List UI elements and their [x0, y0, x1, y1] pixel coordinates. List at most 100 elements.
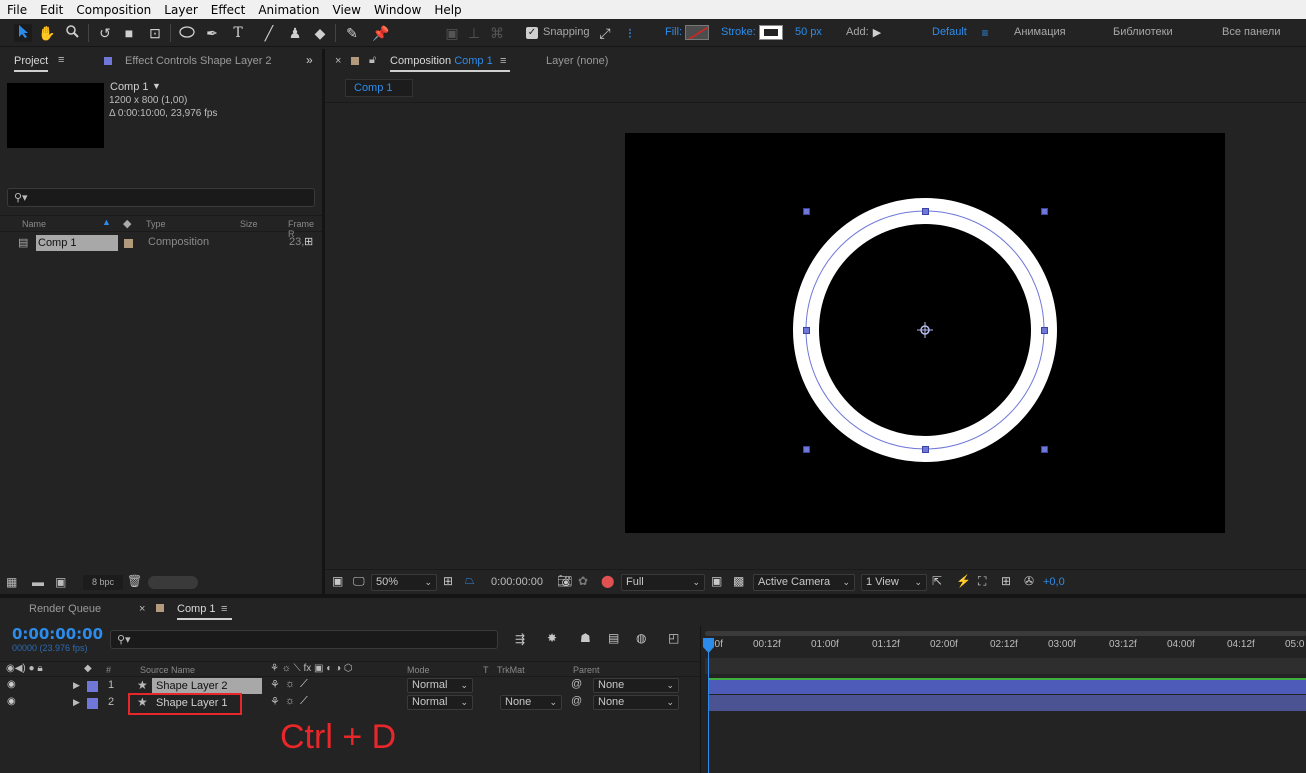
tab-layer[interactable]: Layer (none) [546, 55, 608, 67]
tab-project[interactable]: Project [14, 55, 49, 72]
menu-window[interactable]: Window [374, 3, 421, 17]
timeline-panel-menu-icon[interactable]: ≡ [221, 603, 227, 615]
layer-name[interactable]: Shape Layer 2 [152, 678, 262, 694]
eye-visibility-icon[interactable]: ◉ [7, 679, 16, 690]
safe-margins-icon[interactable]: ⊞ [443, 574, 453, 588]
shy-icon[interactable]: ⚘ [270, 695, 280, 708]
sort-ascending-icon[interactable]: ▲ [102, 217, 111, 227]
transparency-grid-icon[interactable]: ▩ [733, 574, 744, 588]
av-features-icons[interactable]: ◉◀) ● 🔒︎ [6, 663, 43, 674]
close-timeline-tab-icon[interactable]: × [139, 603, 145, 615]
project-scroll-slider[interactable] [148, 576, 198, 589]
flowchart-icon[interactable]: ⊞ [304, 235, 313, 248]
tab-composition[interactable]: Composition Comp 1 [390, 55, 510, 72]
path-vertex-top[interactable] [922, 208, 929, 215]
playhead-handle-icon[interactable] [702, 638, 715, 654]
layer-row[interactable]: ◉ ▶ 1 ★ Shape Layer 2 ⚘ ☼ ⟋ Normal ⌄ @ No… [0, 678, 700, 694]
quality-icon[interactable]: ⟋ [300, 678, 308, 691]
pick-whip-icon[interactable]: @ [571, 678, 582, 690]
shy-icon[interactable]: ⚘ [270, 678, 280, 691]
parent-dropdown[interactable]: None ⌄ [593, 695, 679, 710]
layer-row[interactable]: ◉ ▶ 2 ★ Shape Layer 1 ⚘ ☼ ⟋ Normal ⌄ None… [0, 695, 700, 711]
workspace-animation[interactable]: Анимация [1014, 26, 1066, 38]
menu-edit[interactable]: Edit [40, 3, 63, 17]
brush-tool-icon[interactable]: ╱ [260, 24, 278, 42]
col-name[interactable]: Name [22, 219, 46, 229]
ellipse-tool-icon[interactable] [178, 24, 196, 42]
project-search-input[interactable]: ⚲▾ [7, 188, 315, 207]
menu-file[interactable]: File [7, 3, 27, 17]
rotate-tool-icon[interactable]: ↺ [96, 24, 114, 42]
expand-layer-icon[interactable]: ▶ [73, 697, 80, 708]
tab-effect-controls[interactable]: Effect Controls Shape Layer 2 [125, 55, 272, 67]
path-vertex-right[interactable] [1041, 327, 1048, 334]
col-parent[interactable]: Parent [573, 665, 600, 675]
quality-icon[interactable]: ⟋ [300, 695, 308, 708]
col-number[interactable]: # [106, 665, 111, 675]
view-axis-icon[interactable]: ⌘ [488, 24, 506, 42]
bit-depth-button[interactable]: 8 bpc [83, 575, 123, 590]
eraser-tool-icon[interactable]: ◆ [311, 24, 329, 42]
layer-1-duration-bar[interactable] [708, 678, 1306, 694]
exposure-value[interactable]: +0,0 [1043, 576, 1065, 588]
selection-tool-icon[interactable] [14, 24, 32, 42]
reset-exposure-icon[interactable]: ✇ [1024, 574, 1034, 588]
close-comp-tab-icon[interactable]: × [335, 55, 341, 67]
views-dropdown[interactable]: 1 View ⌄ [861, 574, 927, 591]
bbox-handle-br[interactable] [1041, 446, 1048, 453]
label-tag-icon[interactable]: ◆ [123, 217, 131, 230]
snapshot-icon[interactable]: 📷︎ [557, 574, 572, 588]
bbox-handle-bl[interactable] [803, 446, 810, 453]
fast-previews-icon[interactable]: ⚡ [956, 574, 971, 588]
pen-tool-icon[interactable]: ✒ [203, 24, 221, 42]
current-time-display[interactable]: 0:00:00:00 [12, 625, 103, 643]
camera-dropdown[interactable]: Active Camera ⌄ [753, 574, 855, 591]
comp-name[interactable]: Comp 1 [110, 81, 149, 93]
workspace-libraries[interactable]: Библиотеки [1113, 26, 1173, 38]
local-axis-icon[interactable]: ▣ [443, 24, 461, 42]
pan-behind-tool-icon[interactable]: ⊡ [146, 24, 164, 42]
item-label-color[interactable] [124, 239, 133, 248]
stroke-swatch[interactable] [759, 25, 783, 40]
project-item-row[interactable]: ▤ Comp 1 Composition 23, ⊞ [0, 235, 322, 251]
fill-swatch[interactable] [685, 25, 709, 40]
playhead-line[interactable] [708, 638, 709, 773]
clone-stamp-tool-icon[interactable]: ♟ [286, 24, 304, 42]
track-matte-dropdown[interactable]: None ⌄ [500, 695, 562, 710]
panel-overflow-icon[interactable]: » [306, 53, 313, 67]
collapse-icon[interactable]: ☼ [285, 678, 295, 690]
hide-shy-layers-icon[interactable]: ☗ [580, 631, 591, 645]
workspace-all-panels[interactable]: Все панели [1222, 26, 1280, 38]
stroke-width-value[interactable]: 50 px [795, 26, 822, 38]
project-panel-menu-icon[interactable]: ≡ [58, 54, 64, 66]
interpret-footage-icon[interactable]: ▦ [6, 575, 17, 589]
layer-label-color[interactable] [87, 698, 98, 709]
show-snapshot-icon[interactable]: ✿ [578, 574, 588, 588]
snapping-checkbox[interactable]: ✓ [526, 27, 538, 39]
col-mode[interactable]: Mode [407, 665, 430, 675]
motion-blur-icon[interactable]: ◍ [636, 631, 646, 645]
add-menu-icon[interactable]: ▶ [868, 24, 886, 42]
mask-visibility-icon[interactable]: ⏢ [465, 573, 475, 588]
zoom-tool-icon[interactable] [63, 24, 81, 42]
snap-grid-icon[interactable]: ⁝ [621, 24, 639, 42]
type-tool-icon[interactable]: T [229, 24, 247, 42]
col-type[interactable]: Type [146, 219, 166, 229]
col-source-name[interactable]: Source Name [140, 665, 195, 675]
timeline-search-input[interactable]: ⚲▾ [110, 630, 498, 649]
resolution-dropdown[interactable]: Full ⌄ [621, 574, 705, 591]
col-size[interactable]: Size [240, 219, 258, 229]
menu-view[interactable]: View [333, 3, 361, 17]
project-item-name[interactable]: Comp 1 [36, 235, 118, 251]
always-preview-icon[interactable]: ▣ [332, 574, 343, 588]
col-t[interactable]: T [483, 665, 489, 675]
comp-viewer-canvas[interactable] [625, 133, 1225, 533]
bbox-handle-tl[interactable] [803, 208, 810, 215]
snap-edges-icon[interactable]: ⤢ [596, 24, 614, 42]
anchor-point-icon[interactable] [917, 322, 933, 338]
world-axis-icon[interactable]: ⊥ [465, 24, 483, 42]
monitor-icon[interactable]: 🖵︎ [353, 574, 365, 589]
menu-effect[interactable]: Effect [211, 3, 246, 17]
path-vertex-bottom[interactable] [922, 446, 929, 453]
bbox-handle-tr[interactable] [1041, 208, 1048, 215]
